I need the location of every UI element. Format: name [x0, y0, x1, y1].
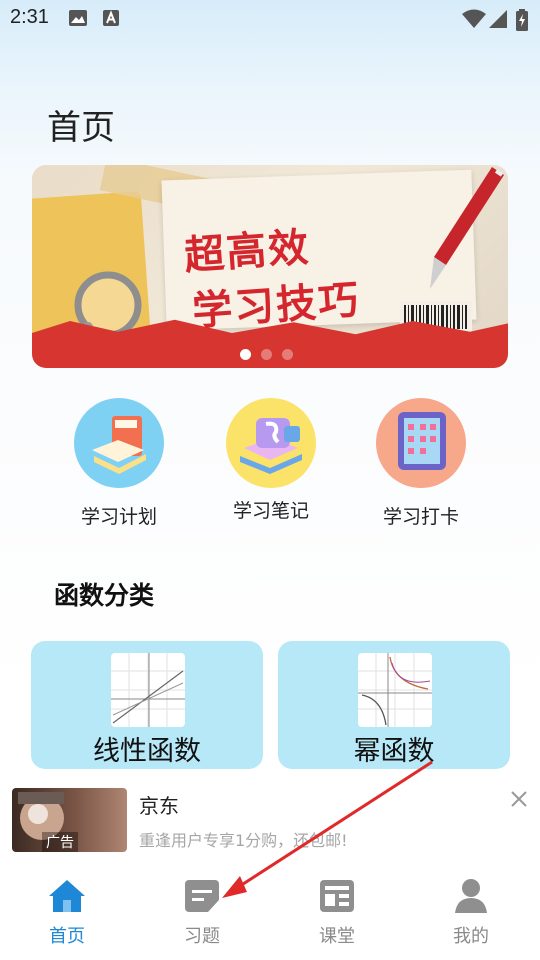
- ad-image: 广告: [12, 788, 127, 852]
- category-card-power[interactable]: 幂函数: [278, 641, 510, 769]
- ad-text: 重逢用户专享1分购，还包邮!: [139, 831, 348, 850]
- tab-label: 习题: [184, 926, 220, 947]
- battery-icon: [516, 9, 528, 31]
- banner-dot[interactable]: [282, 349, 293, 360]
- ad-banner[interactable]: 广告 京东 重逢用户专享1分购，还包邮!: [0, 784, 540, 864]
- power-graph-icon: [358, 653, 432, 727]
- category-label: 幂函数: [353, 736, 435, 767]
- section-title: 函数分类: [54, 581, 155, 610]
- status-time: 2:31: [10, 6, 49, 28]
- classroom-icon: [320, 880, 354, 912]
- home-icon: [49, 880, 85, 912]
- ad-tag: 广告: [42, 832, 78, 852]
- quick-action-label: 学习笔记: [232, 500, 309, 522]
- ad-brand: 京东: [139, 794, 179, 818]
- abacus-icon: [376, 398, 466, 488]
- page-title: 首页: [47, 108, 115, 148]
- exercise-icon: [185, 880, 219, 912]
- tab-home[interactable]: 首页: [22, 878, 112, 948]
- quick-action-label: 学习打卡: [382, 506, 459, 528]
- pen-icon: [430, 167, 504, 289]
- banner-pagination: [240, 345, 303, 364]
- banner-dot[interactable]: [261, 349, 272, 360]
- tab-label: 我的: [453, 926, 489, 947]
- tab-profile[interactable]: 我的: [426, 878, 516, 948]
- banner-title-line2: 学习技巧: [190, 277, 362, 335]
- category-card-linear[interactable]: 线性函数: [31, 641, 263, 769]
- banner-dot[interactable]: [240, 349, 251, 360]
- promo-banner[interactable]: 超高效 学习技巧: [32, 165, 508, 368]
- wifi-icon: [462, 9, 486, 28]
- tab-classroom[interactable]: 课堂: [292, 878, 382, 948]
- close-icon[interactable]: [508, 788, 530, 810]
- tab-exercise[interactable]: 习题: [157, 878, 247, 948]
- book-icon: [74, 398, 164, 488]
- notes-icon: [226, 398, 316, 488]
- tab-label: 课堂: [319, 926, 355, 947]
- category-label: 线性函数: [93, 736, 201, 767]
- quick-action-study-plan[interactable]: 学习计划: [54, 398, 184, 529]
- status-bar: 2:31: [0, 0, 540, 38]
- profile-icon: [455, 879, 487, 913]
- quick-action-check-in[interactable]: 学习打卡: [356, 398, 486, 529]
- text-a-icon: [103, 10, 119, 26]
- quick-action-study-notes[interactable]: 学习笔记: [206, 398, 336, 523]
- linear-graph-icon: [111, 653, 185, 727]
- image-icon: [69, 10, 87, 26]
- tab-label: 首页: [49, 926, 85, 947]
- quick-action-label: 学习计划: [80, 506, 157, 528]
- signal-icon: [489, 10, 507, 28]
